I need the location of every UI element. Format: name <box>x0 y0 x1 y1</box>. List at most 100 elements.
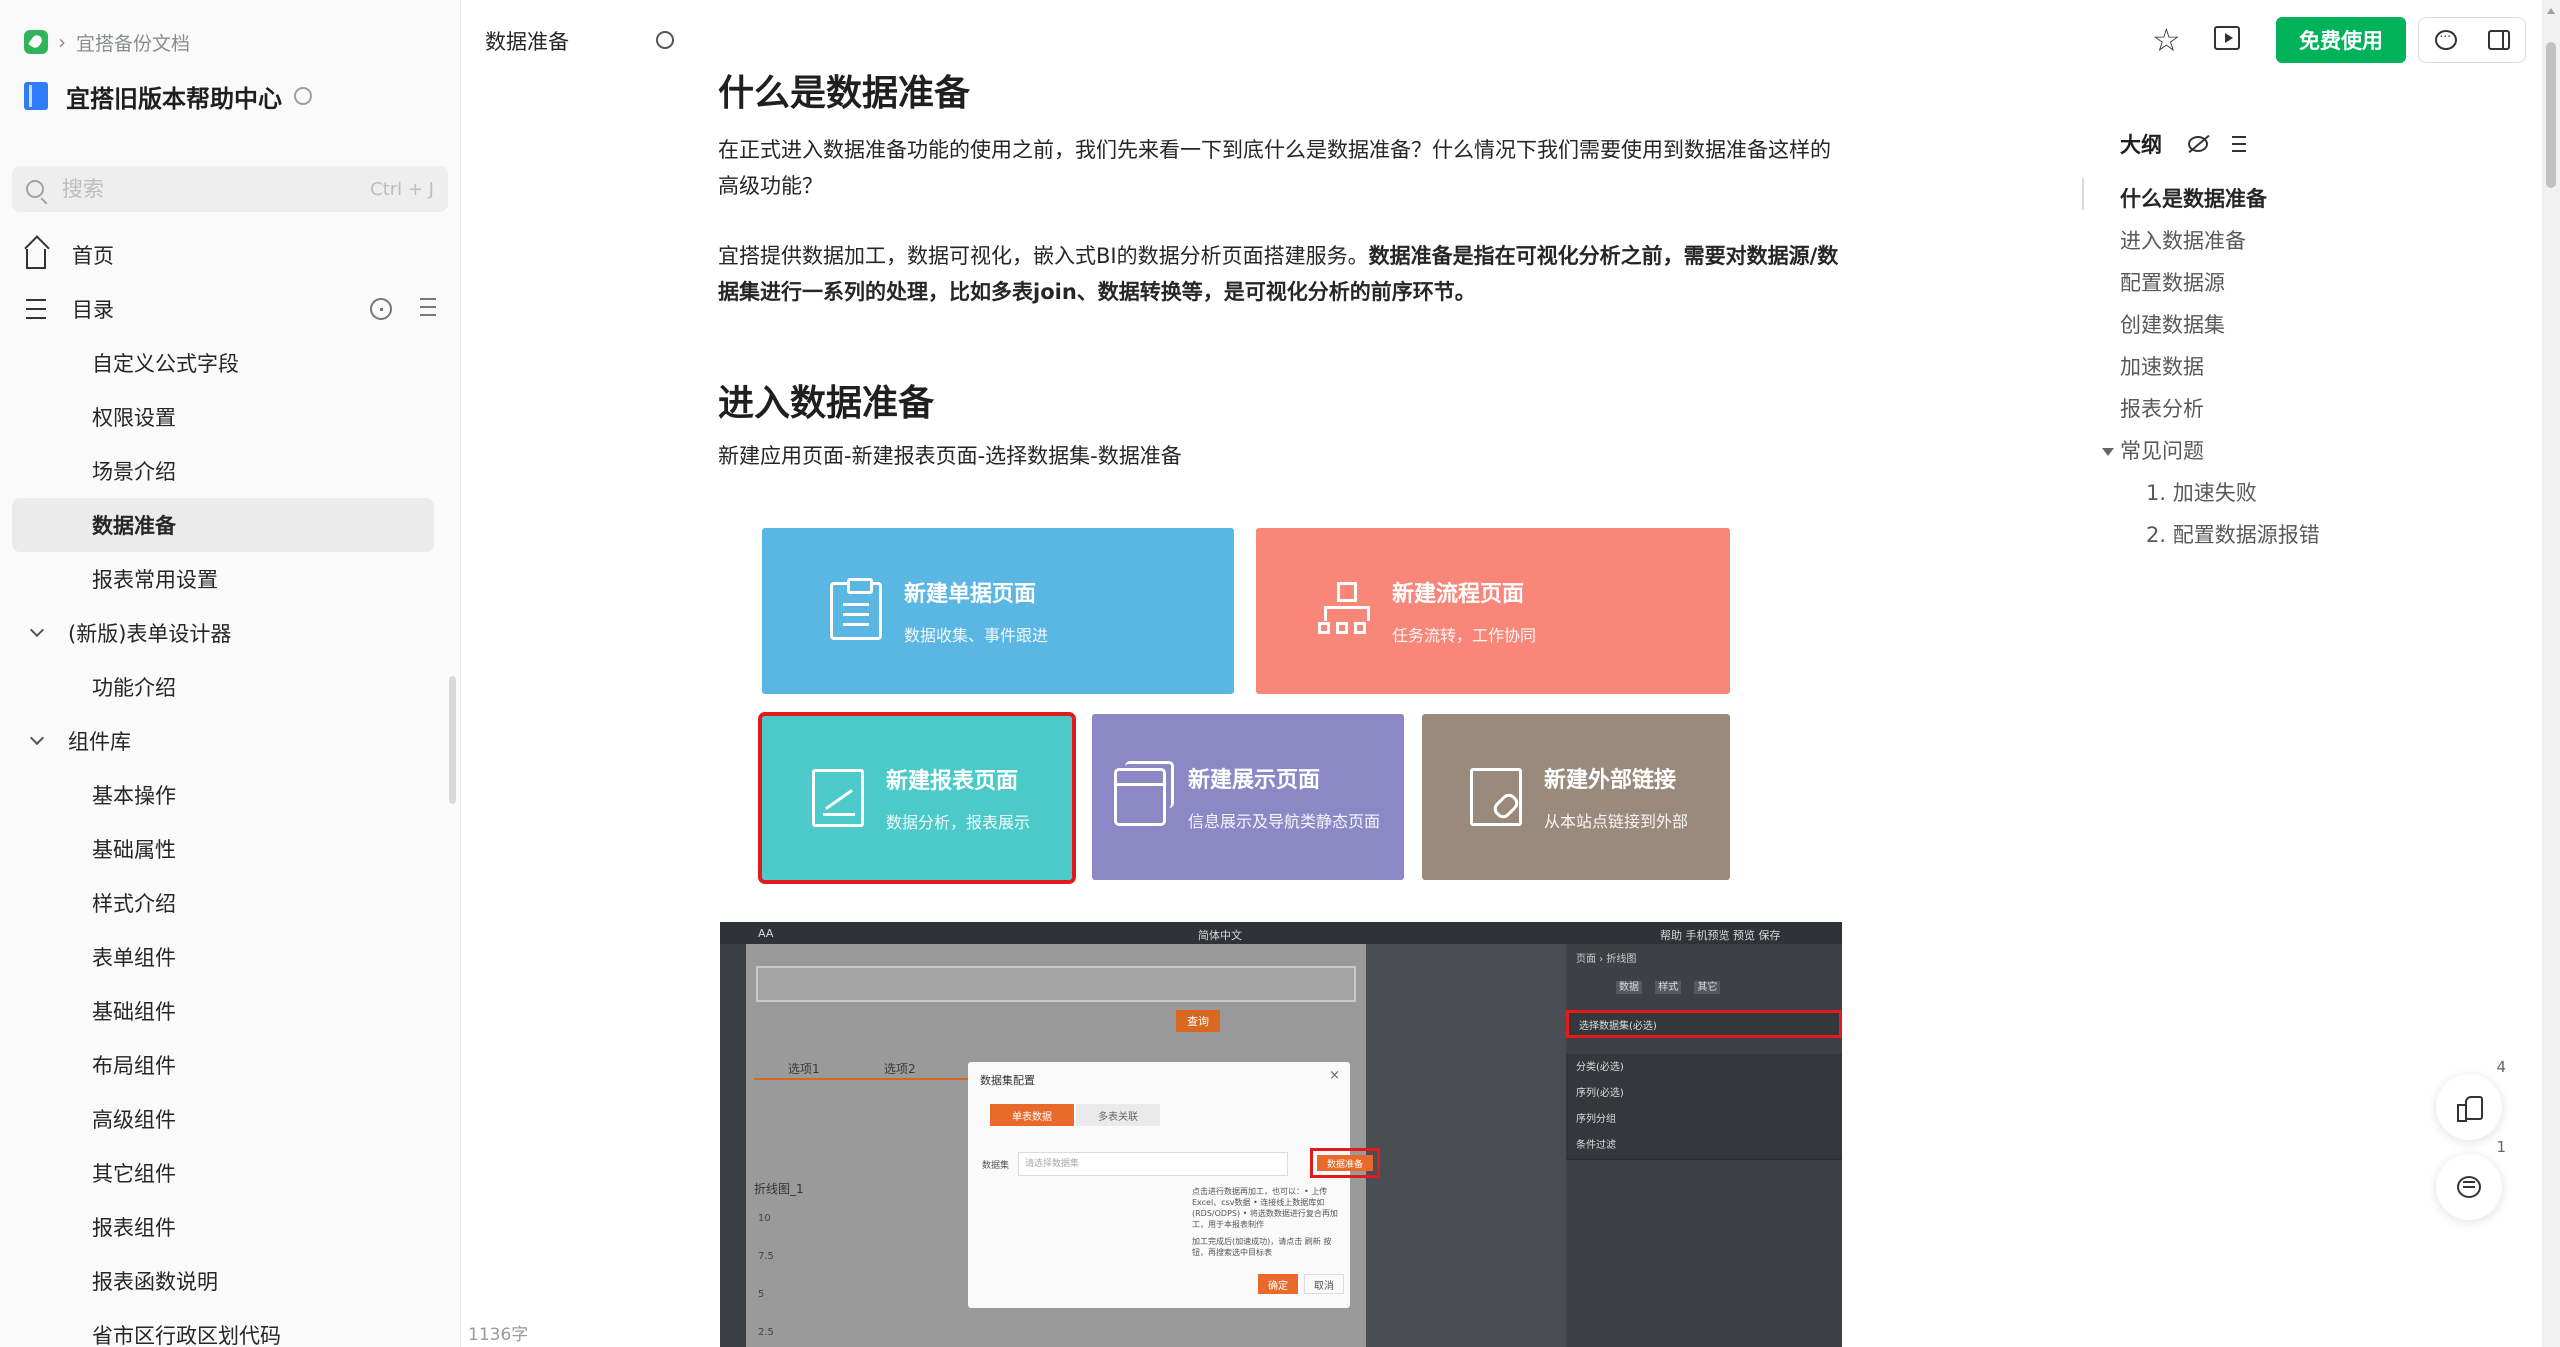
side-panel-icon[interactable] <box>2487 30 2510 50</box>
toc-item[interactable]: 基本操作 <box>12 768 448 822</box>
scrollbar-thumb[interactable] <box>2546 42 2556 188</box>
free-use-button[interactable]: 免费使用 <box>2276 17 2406 63</box>
toc-item[interactable]: 功能介绍 <box>12 660 448 714</box>
toc-item-label: 报表函数说明 <box>92 1270 218 1294</box>
toc-item[interactable]: 省市区行政区划代码 <box>12 1308 448 1347</box>
card-external-link: 新建外部链接 从本站点链接到外部 <box>1422 714 1730 880</box>
list-collapse-icon[interactable] <box>414 298 436 316</box>
shot-chart-label: 折线图_1 <box>754 1182 804 1196</box>
toc-item[interactable]: 基础属性 <box>12 822 448 876</box>
yida-logo-icon <box>24 30 48 54</box>
shot-panel-row: 条件过滤 <box>1566 1132 1842 1160</box>
shot-language: 简体中文 <box>1198 929 1242 942</box>
toc-item-label: 省市区行政区划代码 <box>92 1324 281 1347</box>
outline-item[interactable]: 配置数据源 <box>2120 262 2420 304</box>
shot-tick: 2.5 <box>758 1327 774 1338</box>
toc-item[interactable]: 布局组件 <box>12 1038 448 1092</box>
card-flow-page: 新建流程页面 任务流转，工作协同 <box>1256 528 1730 694</box>
word-count: 1136字 <box>468 1325 529 1345</box>
shot-panel-row: 分类(必选) <box>1566 1054 1842 1082</box>
paragraph: 新建应用页面-新建报表页面-选择数据集-数据准备 <box>718 444 1182 468</box>
shot-ticks: 10 7.5 5 2.5 <box>758 1200 774 1347</box>
outline-item-label: 常见问题 <box>2120 439 2204 463</box>
toc-item-label: (新版)表单设计器 <box>68 622 232 646</box>
window-icon <box>1114 761 1174 826</box>
shot-query-button: 查询 <box>1176 1010 1220 1032</box>
toc-item[interactable]: 权限设置 <box>12 390 448 444</box>
toc-item[interactable]: 自定义公式字段 <box>12 336 448 390</box>
outline-item-group[interactable]: 常见问题 <box>2102 430 2420 472</box>
breadcrumb[interactable]: › 宜搭备份文档 <box>24 28 190 56</box>
toc-item-active[interactable]: 数据准备 <box>12 498 434 552</box>
nav-home[interactable]: 首页 <box>12 228 448 282</box>
list-icon[interactable] <box>2226 136 2246 152</box>
chevron-down-icon[interactable] <box>29 730 45 746</box>
app-root: › 宜搭备份文档 宜搭旧版本帮助中心 Ctrl + J 首页 目录 自定义 <box>0 0 2560 1347</box>
toc-item-label: 报表组件 <box>92 1216 176 1240</box>
shot-tab: 选项1 <box>788 1062 820 1076</box>
breadcrumb-label: 宜搭备份文档 <box>76 32 191 55</box>
outline-item[interactable]: 2. 配置数据源报错 <box>2120 514 2420 556</box>
smile-icon[interactable] <box>656 31 674 49</box>
search-input[interactable] <box>62 177 342 201</box>
outline-item[interactable]: 什么是数据准备 <box>2120 178 2420 220</box>
card-title: 新建单据页面 <box>904 582 1037 607</box>
shot-tab: 选项2 <box>884 1062 916 1076</box>
toc-item[interactable]: 报表组件 <box>12 1200 448 1254</box>
star-icon[interactable]: ☆ <box>2152 24 2181 56</box>
page-scrollbar[interactable] <box>2542 0 2560 1347</box>
present-icon[interactable] <box>2214 26 2240 50</box>
toc-item[interactable]: 场景介绍 <box>12 444 448 498</box>
shot-filter-box <box>756 966 1356 1002</box>
shot-panel-row: 序列分组 <box>1566 1106 1842 1134</box>
shot-panel-tab: 其它 <box>1694 981 1721 994</box>
toc-item[interactable]: 其它组件 <box>12 1146 448 1200</box>
shot-panel-tab: 数据 <box>1616 981 1642 994</box>
toc-item[interactable]: 报表函数说明 <box>12 1254 448 1308</box>
eye-off-icon[interactable] <box>2188 136 2208 152</box>
caret-down-icon[interactable] <box>2102 448 2114 456</box>
outline-header: 大纲 <box>2120 126 2420 162</box>
toc-item-label: 表单组件 <box>92 946 176 970</box>
like-button[interactable]: 4 <box>2436 1058 2506 1140</box>
comment-button[interactable]: 1 <box>2436 1138 2506 1220</box>
toc-item[interactable]: 报表常用设置 <box>12 552 448 606</box>
outline-item[interactable]: 创建数据集 <box>2120 304 2420 346</box>
comment-count: 1 <box>2496 1138 2506 1156</box>
card-title: 新建流程页面 <box>1392 582 1525 607</box>
card-display-page: 新建展示页面 信息展示及导航类静态页面 <box>1092 714 1404 880</box>
card-subtitle: 数据分析，报表展示 <box>886 813 1031 832</box>
outline-item[interactable]: 进入数据准备 <box>2120 220 2420 262</box>
shot-right-panel: 页面 › 折线图 数据 样式 其它 选择数据集(必选) 分类(必选) 序列(必选… <box>1566 944 1842 1347</box>
toc-item-label: 高级组件 <box>92 1108 176 1132</box>
outline-title: 大纲 <box>2120 133 2162 157</box>
outline-item[interactable]: 1. 加速失败 <box>2120 472 2420 514</box>
scroll-up-arrow-icon[interactable] <box>2547 8 2555 14</box>
shot-dialog-label: 数据集 <box>982 1161 1010 1171</box>
comment-icon[interactable] <box>2434 26 2457 50</box>
toc-item[interactable]: 基础组件 <box>12 984 448 1038</box>
locate-icon[interactable] <box>370 298 392 320</box>
outline-item[interactable]: 加速数据 <box>2120 346 2420 388</box>
toc-item-label: 场景介绍 <box>92 460 176 484</box>
search-icon <box>26 180 44 198</box>
toc-group[interactable]: 组件库 <box>12 714 448 768</box>
toc-group[interactable]: (新版)表单设计器 <box>12 606 448 660</box>
toc-item[interactable]: 表单组件 <box>12 930 448 984</box>
shot-panel-tabs: 数据 样式 其它 <box>1616 978 1730 994</box>
section-heading: 进入数据准备 <box>718 383 935 424</box>
shot-data-prep-button: 数据准备 <box>1317 1155 1373 1171</box>
nav-toc[interactable]: 目录 <box>12 282 448 336</box>
smile-icon[interactable] <box>294 87 312 105</box>
search-box[interactable]: Ctrl + J <box>12 166 448 212</box>
toc-item[interactable]: 高级组件 <box>12 1092 448 1146</box>
shot-dialog-note: 点击进行数据再加工，也可以：• 上传Excel、csv数据 • 连接线上数据库如… <box>1192 1187 1338 1229</box>
outline-item[interactable]: 报表分析 <box>2120 388 2420 430</box>
shot-dataset-dialog: 数据集配置 × 单表数据 多表关联 数据集 请选择数据集 数据准备 点击进行数据… <box>968 1062 1380 1308</box>
paragraph-text: 宜搭提供数据加工，数据可视化，嵌入式BI的数据分析页面搭建服务。 <box>718 244 1369 268</box>
knowledge-base-title[interactable]: 宜搭旧版本帮助中心 <box>24 78 312 114</box>
toc-item[interactable]: 样式介绍 <box>12 876 448 930</box>
chevron-down-icon[interactable] <box>29 622 45 638</box>
sidebar-scrollbar[interactable] <box>449 676 456 804</box>
chart-icon <box>812 769 864 827</box>
